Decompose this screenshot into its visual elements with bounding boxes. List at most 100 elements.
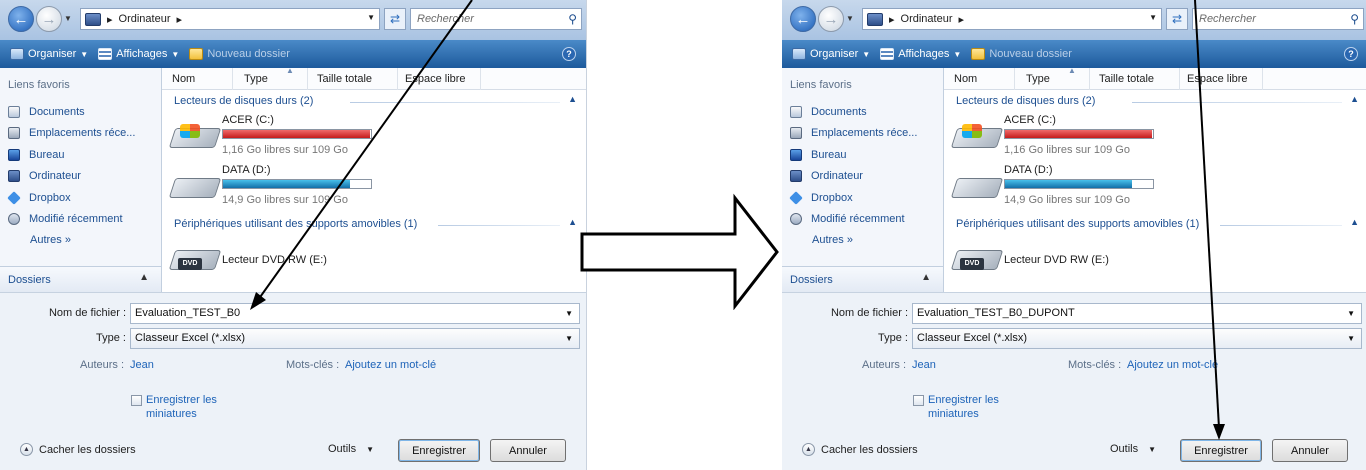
save-thumbnails-checkbox[interactable] (131, 395, 142, 406)
column-header-free-space[interactable]: Espace libre (405, 73, 466, 85)
group-removable[interactable]: Périphériques utilisant des supports amo… (944, 216, 1366, 234)
column-header-type[interactable]: Type (1026, 73, 1050, 85)
breadcrumb-separator-icon[interactable]: ▸ (959, 13, 965, 26)
chevron-down-icon[interactable]: ▼ (565, 329, 573, 348)
hide-folders-button[interactable]: ▲ Cacher les dossiers (20, 443, 136, 456)
column-divider[interactable] (1179, 68, 1180, 90)
column-header-name[interactable]: Nom (954, 73, 977, 85)
column-header-free-space[interactable]: Espace libre (1187, 73, 1248, 85)
hide-folders-button[interactable]: ▲ Cacher les dossiers (802, 443, 918, 456)
folders-toggle[interactable]: Dossiers ▲ (0, 266, 161, 292)
keywords-field[interactable]: Ajoutez un mot-clé (345, 359, 436, 371)
column-header-total-size[interactable]: Taille totale (1099, 73, 1154, 85)
chevron-down-icon[interactable]: ▼ (1347, 304, 1355, 323)
authors-field[interactable]: Jean (912, 359, 936, 371)
column-divider[interactable] (232, 68, 233, 90)
save-button[interactable]: Enregistrer (1180, 439, 1262, 462)
sidebar-item-computer[interactable]: Ordinateur (790, 166, 917, 188)
search-icon[interactable]: ⚲ (1350, 9, 1359, 29)
sidebar-item-recently-modified[interactable]: Modifié récemment (790, 209, 917, 231)
sidebar-item-desktop[interactable]: Bureau (790, 144, 917, 166)
column-divider[interactable] (480, 68, 481, 90)
drive-item-dvd[interactable]: DVD Lecteur DVD RW (E:) (950, 236, 1194, 284)
sidebar-item-recent-places[interactable]: Emplacements réce... (790, 123, 917, 145)
organize-button[interactable]: Organiser ▼ (10, 48, 88, 60)
address-field[interactable]: ▸ Ordinateur ▸ ▼ (80, 8, 380, 30)
history-dropdown-icon[interactable]: ▼ (64, 14, 72, 23)
group-hard-drives[interactable]: Lecteurs de disques durs (2) ▲ (944, 93, 1366, 111)
sidebar-item-documents[interactable]: Documents (790, 101, 917, 123)
back-button[interactable]: ← (790, 6, 816, 32)
breadcrumb-separator-icon[interactable]: ▸ (889, 13, 895, 26)
new-folder-button[interactable]: Nouveau dossier (971, 48, 1072, 60)
column-divider[interactable] (1089, 68, 1090, 90)
back-button[interactable]: ← (8, 6, 34, 32)
column-header-name[interactable]: Nom (172, 73, 195, 85)
sidebar-item-documents[interactable]: Documents (8, 101, 135, 123)
column-header-type[interactable]: Type (244, 73, 268, 85)
column-header-total-size[interactable]: Taille totale (317, 73, 372, 85)
help-icon[interactable]: ? (1344, 47, 1358, 61)
file-type-select[interactable]: Classeur Excel (*.xlsx) ▼ (130, 328, 580, 349)
sidebar-item-dropbox[interactable]: Dropbox (789, 187, 917, 209)
chevron-down-icon[interactable]: ▼ (565, 304, 573, 323)
new-folder-button[interactable]: Nouveau dossier (189, 48, 290, 60)
drive-item-c[interactable]: ACER (C:) 1,16 Go libres sur 109 Go (950, 114, 1194, 162)
tools-menu[interactable]: Outils ▼ (328, 443, 374, 455)
tools-menu[interactable]: Outils ▼ (1110, 443, 1156, 455)
forward-button[interactable]: → (36, 6, 62, 32)
history-dropdown-icon[interactable]: ▼ (846, 14, 854, 23)
search-input[interactable]: Rechercher ⚲ (410, 8, 582, 30)
column-divider[interactable] (307, 68, 308, 90)
cancel-button[interactable]: Annuler (490, 439, 566, 462)
more-links[interactable]: Autres » (812, 230, 917, 251)
drive-item-dvd[interactable]: DVD Lecteur DVD RW (E:) (168, 236, 412, 284)
chevron-up-icon[interactable]: ▲ (568, 217, 577, 227)
column-divider[interactable] (397, 68, 398, 90)
sidebar-item-dropbox[interactable]: Dropbox (7, 187, 135, 209)
organize-button[interactable]: Organiser ▼ (792, 48, 870, 60)
chevron-up-icon[interactable]: ▲ (1350, 94, 1359, 104)
chevron-up-icon[interactable]: ▲ (1350, 217, 1359, 227)
sidebar-item-computer[interactable]: Ordinateur (8, 166, 135, 188)
authors-field[interactable]: Jean (130, 359, 154, 371)
drive-item-d[interactable]: DATA (D:) 14,9 Go libres sur 109 Go (168, 164, 412, 212)
group-removable[interactable]: Périphériques utilisant des supports amo… (162, 216, 586, 234)
sidebar-item-desktop[interactable]: Bureau (8, 144, 135, 166)
address-field[interactable]: ▸ Ordinateur ▸ ▼ (862, 8, 1162, 30)
column-divider[interactable] (1014, 68, 1015, 90)
folders-toggle[interactable]: Dossiers ▲ (782, 266, 943, 292)
save-thumbnails-label[interactable]: Enregistrer les miniatures (928, 393, 1018, 421)
drive-item-c[interactable]: ACER (C:) 1,16 Go libres sur 109 Go (168, 114, 412, 162)
more-links[interactable]: Autres » (30, 230, 135, 251)
views-button[interactable]: Affichages ▼ (98, 48, 179, 60)
save-thumbnails-label[interactable]: Enregistrer les miniatures (146, 393, 236, 421)
breadcrumb-separator-icon[interactable]: ▸ (107, 13, 113, 26)
chevron-down-icon[interactable]: ▼ (1347, 329, 1355, 348)
save-thumbnails-checkbox[interactable] (913, 395, 924, 406)
drive-item-d[interactable]: DATA (D:) 14,9 Go libres sur 109 Go (950, 164, 1194, 212)
chevron-up-icon[interactable]: ▲ (568, 94, 577, 104)
address-dropdown-icon[interactable]: ▼ (367, 13, 375, 22)
filename-input[interactable]: Evaluation_TEST_B0_DUPONT ▼ (912, 303, 1362, 324)
breadcrumb-computer[interactable]: Ordinateur (901, 13, 953, 25)
views-button[interactable]: Affichages ▼ (880, 48, 961, 60)
keywords-field[interactable]: Ajoutez un mot-clé (1127, 359, 1218, 371)
address-dropdown-icon[interactable]: ▼ (1149, 13, 1157, 22)
file-type-select[interactable]: Classeur Excel (*.xlsx) ▼ (912, 328, 1362, 349)
breadcrumb-separator-icon[interactable]: ▸ (177, 13, 183, 26)
sidebar-item-recent-places[interactable]: Emplacements réce... (8, 123, 135, 145)
search-input[interactable]: Rechercher ⚲ (1192, 8, 1364, 30)
search-icon[interactable]: ⚲ (568, 9, 577, 29)
cancel-button[interactable]: Annuler (1272, 439, 1348, 462)
breadcrumb-computer[interactable]: Ordinateur (119, 13, 171, 25)
save-button[interactable]: Enregistrer (398, 439, 480, 462)
column-divider[interactable] (1262, 68, 1263, 90)
refresh-button[interactable]: ⇄ (1166, 8, 1188, 30)
group-hard-drives[interactable]: Lecteurs de disques durs (2) ▲ (162, 93, 586, 111)
forward-button[interactable]: → (818, 6, 844, 32)
help-icon[interactable]: ? (562, 47, 576, 61)
sidebar-item-recently-modified[interactable]: Modifié récemment (8, 209, 135, 231)
refresh-button[interactable]: ⇄ (384, 8, 406, 30)
filename-input[interactable]: Evaluation_TEST_B0 ▼ (130, 303, 580, 324)
